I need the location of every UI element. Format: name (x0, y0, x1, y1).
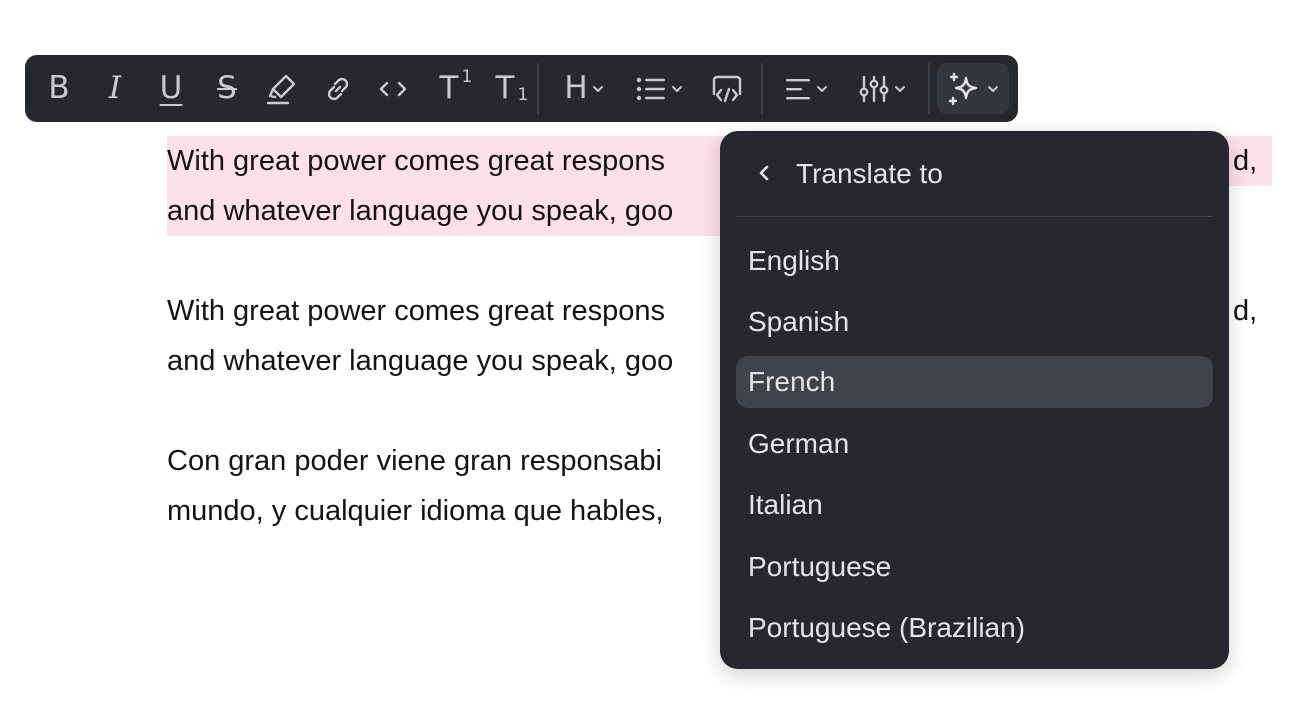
link-button[interactable] (321, 55, 355, 122)
list-dropdown[interactable] (633, 55, 685, 122)
option-label: Italian (748, 489, 823, 520)
chevron-down-icon (817, 85, 827, 92)
underline-button[interactable]: U (155, 55, 187, 122)
code-button[interactable] (375, 55, 411, 122)
chevron-down-icon (592, 85, 603, 92)
translate-menu: Translate to English Spanish French Germ… (720, 131, 1229, 669)
chevron-down-icon (988, 85, 998, 92)
language-option-italian[interactable]: Italian (736, 479, 1213, 531)
highlight-button[interactable] (265, 55, 299, 122)
bold-icon: B (48, 70, 70, 106)
subscript-button[interactable]: T1 (485, 55, 529, 122)
code-block-button[interactable] (707, 55, 747, 122)
toolbar-separator (928, 63, 930, 114)
heading-icon: H (564, 70, 588, 106)
strikethrough-button[interactable]: S (211, 55, 243, 122)
code-block-icon (712, 75, 742, 102)
list-icon (636, 77, 665, 100)
sliders-icon (859, 75, 889, 102)
italic-icon: I (108, 70, 122, 106)
highlighter-icon (266, 74, 296, 104)
chevron-down-icon (895, 85, 905, 92)
option-label: Portuguese (748, 551, 892, 582)
language-option-english[interactable]: English (736, 235, 1213, 287)
language-option-german[interactable]: German (736, 418, 1213, 470)
code-icon (379, 81, 407, 96)
formatting-toolbar: B I U S T1 T 1 H (25, 55, 1018, 122)
subscript-icon: T1 (495, 70, 529, 106)
bold-button[interactable]: B (43, 55, 75, 122)
toolbar-separator (537, 63, 539, 114)
italic-button[interactable]: I (99, 55, 131, 122)
option-label: Portuguese (Brazilian) (748, 612, 1026, 643)
adjust-dropdown[interactable] (855, 55, 909, 122)
sparkles-icon (948, 72, 978, 105)
link-icon (327, 77, 349, 100)
toolbar-separator (761, 63, 763, 114)
align-dropdown[interactable] (781, 55, 831, 122)
language-option-spanish[interactable]: Spanish (736, 296, 1213, 348)
option-label: French (748, 366, 836, 397)
superscript-icon: T1 (439, 67, 473, 106)
option-label: German (748, 428, 850, 459)
language-option-french[interactable]: French (736, 356, 1213, 408)
underline-icon: U (159, 70, 183, 106)
back-button[interactable] (750, 159, 778, 187)
ai-assistant-dropdown[interactable] (937, 63, 1009, 114)
superscript-button[interactable]: T1 (429, 55, 473, 122)
chevron-left-icon (759, 165, 769, 181)
option-label: English (748, 245, 840, 276)
language-option-portuguese[interactable]: Portuguese (736, 541, 1213, 593)
language-option-portuguese-brazilian[interactable]: Portuguese (Brazilian) (736, 602, 1213, 654)
menu-divider (736, 216, 1213, 217)
align-left-icon (786, 78, 810, 99)
option-label: Spanish (748, 306, 850, 337)
heading-dropdown[interactable]: H (559, 55, 609, 122)
strikethrough-icon: S (217, 70, 237, 106)
menu-title: Translate to (796, 158, 943, 189)
chevron-down-icon (672, 85, 682, 92)
